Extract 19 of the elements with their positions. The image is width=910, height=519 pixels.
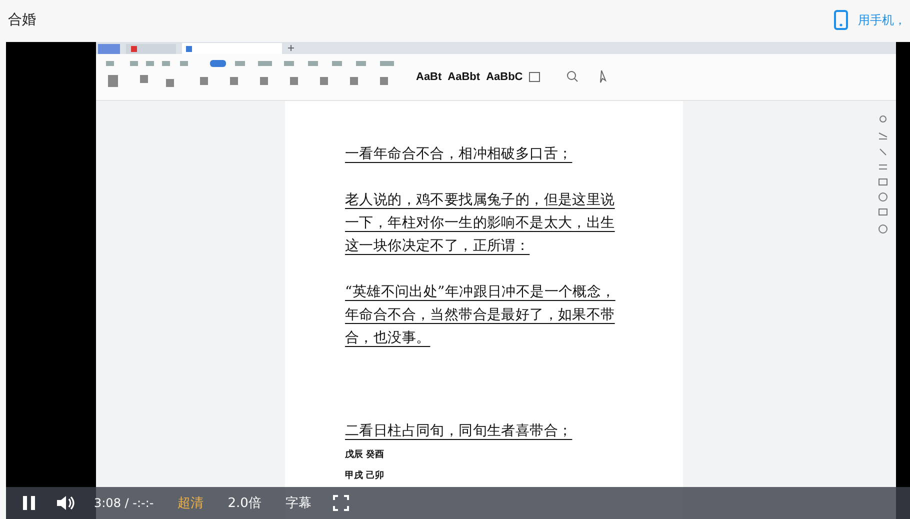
page-title: 合婚	[8, 11, 36, 29]
note-text: 甲戌 己卯	[345, 469, 386, 483]
player-option[interactable]: 2.0倍	[218, 494, 272, 512]
phone-icon	[834, 10, 848, 30]
note-text: 戊辰 癸酉	[345, 448, 386, 462]
mobile-link[interactable]: 用手机，	[834, 10, 910, 30]
paragraph: 二看日柱占同旬，同旬生者喜带合；	[345, 422, 574, 441]
style-preview[interactable]: AaBbC	[486, 71, 523, 83]
style-preview[interactable]: AaBbt	[448, 71, 480, 83]
paragraph: “英雄不问出处”年冲跟日冲不是一个概念， 年命合不合，当然带合是最好了，如果不带 合，也没事。	[345, 283, 616, 348]
player-option[interactable]: 超清	[168, 494, 214, 512]
pause-icon	[22, 495, 36, 511]
fullscreen-icon	[333, 495, 350, 511]
time-display: 3:08 / -:-:-	[94, 496, 154, 510]
paragraph: 一看年命合不合，相冲相破多口舌；	[345, 145, 574, 164]
speaker-icon	[56, 494, 76, 512]
player-option[interactable]: 字幕	[275, 494, 322, 512]
style-preview[interactable]: AaBt	[416, 71, 442, 83]
paragraph: 老人说的，鸡不要找属兔子的，但是这里说 一下，年柱对你一生的影响不是太大，出生 这一块你决定不了，正所谓：	[345, 191, 616, 256]
